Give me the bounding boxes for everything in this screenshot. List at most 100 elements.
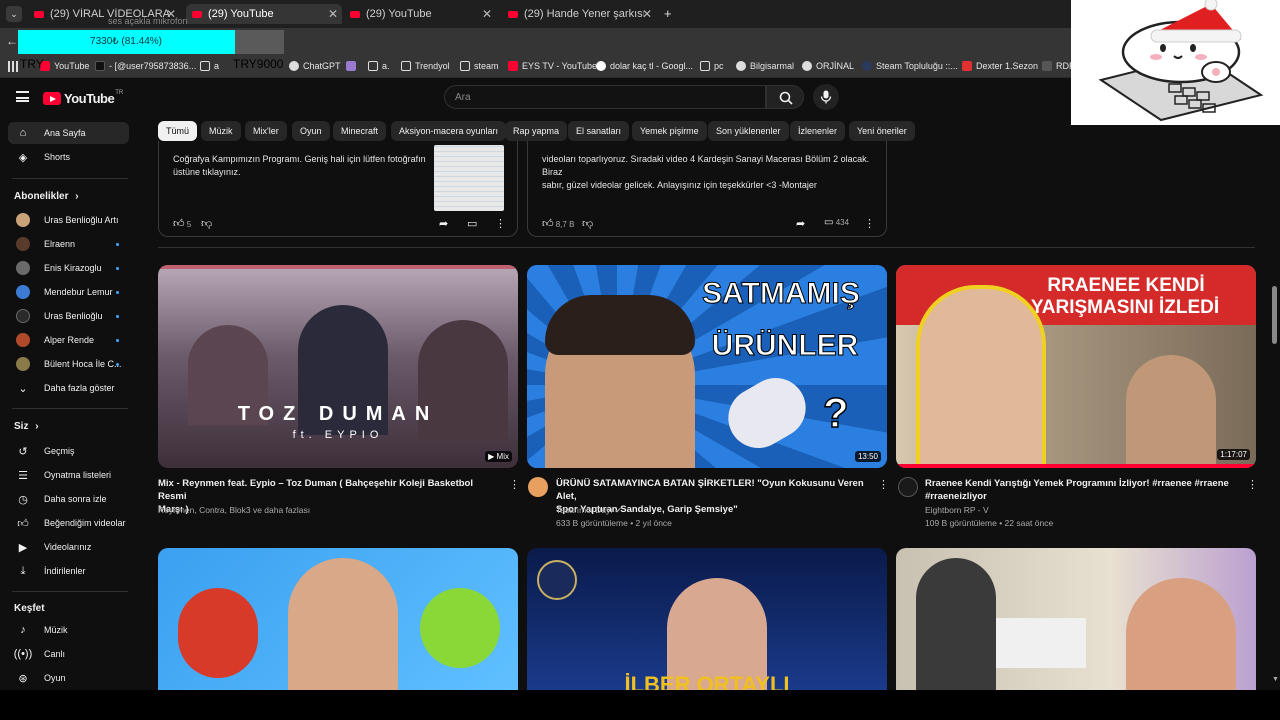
bookmark-item[interactable]: Steam Topluluğu ::...: [862, 61, 958, 71]
browser-tab[interactable]: (29) YouTube ✕: [344, 4, 496, 24]
like-button[interactable]: 👍︎ 5: [173, 217, 191, 230]
bookmark-item[interactable]: ChatGPT: [289, 61, 341, 71]
video-title[interactable]: Rraenee Kendi Yarıştığı Yemek Programını…: [925, 477, 1240, 503]
chip[interactable]: Müzik: [201, 121, 241, 141]
sidebar-item-live[interactable]: ((•)) Canlı: [8, 643, 129, 665]
voice-search-button[interactable]: [813, 84, 839, 110]
close-tab-icon[interactable]: ✕: [642, 7, 652, 21]
more-options-icon[interactable]: ⋮: [509, 478, 520, 491]
chip-all[interactable]: Tümü: [158, 121, 198, 141]
sidebar-item-home[interactable]: ⌂ Ana Sayfa: [8, 122, 129, 144]
sidebar-item-subscription[interactable]: Uras Benlioğlu: [8, 305, 129, 327]
chip[interactable]: El sanatları: [568, 121, 630, 141]
bookmark-item[interactable]: Bilgisarmal: [736, 61, 794, 71]
close-tab-icon[interactable]: ✕: [328, 7, 338, 21]
show-more-button[interactable]: ⌄ Daha fazla göster: [8, 377, 129, 399]
subscriptions-heading[interactable]: Abonelikler ›: [14, 191, 79, 202]
sidebar-item-downloads[interactable]: ⤓ İndirilenler: [8, 560, 129, 582]
browser-tab-active[interactable]: (29) YouTube ✕: [186, 4, 342, 24]
chip[interactable]: Aksiyon-macera oyunları: [391, 121, 507, 141]
bookmark-folder[interactable]: pc: [700, 61, 724, 71]
sidebar-item-subscription[interactable]: Elraenn: [8, 233, 129, 255]
tab-list-dropdown-icon[interactable]: ⌄: [6, 6, 22, 22]
page-scrollbar[interactable]: ▼: [1270, 118, 1280, 690]
sidebar-item-subscription[interactable]: Bülent Hoca İle C...: [8, 353, 129, 375]
liked-icon: 👍︎: [17, 517, 29, 530]
more-options-icon[interactable]: ⋮: [864, 217, 875, 230]
video-channel[interactable]: Eightborn RP - V: [925, 504, 989, 517]
bookmark-item[interactable]: Dexter 1.Sezon: [962, 61, 1038, 71]
bookmark-item[interactable]: ORJİNAL: [802, 61, 854, 71]
bookmark-folder[interactable]: a: [200, 61, 219, 71]
sidebar-item-subscription[interactable]: Uras Benlioğlu Artı: [8, 209, 129, 231]
sidebar-item-your-videos[interactable]: ▶ Videolarınız: [8, 536, 129, 558]
youtube-logo[interactable]: YouTube TR: [43, 90, 123, 106]
post-image[interactable]: [434, 145, 504, 211]
community-post[interactable]: videoları toparlıyoruz. Sıradaki video 4…: [527, 141, 887, 237]
search-button[interactable]: [766, 85, 804, 109]
channel-avatar[interactable]: [898, 477, 918, 497]
bookmark-folder[interactable]: steam: [460, 61, 499, 71]
bookmark-folder[interactable]: a.: [368, 61, 390, 71]
community-post[interactable]: Coğrafya Kampımızın Programı. Geniş hali…: [158, 141, 518, 237]
sidebar-item-watch-later[interactable]: ◷ Daha sonra izle: [8, 488, 129, 510]
bookmark-item[interactable]: - [@user795873836...: [95, 61, 196, 71]
video-channel[interactable]: Reynmen, Contra, Blok3 ve daha fazlası: [158, 504, 310, 517]
like-button[interactable]: 👍︎ 8,7 B: [542, 217, 574, 230]
comment-icon[interactable]: ▭: [467, 217, 477, 230]
browser-tab[interactable]: (29) Hande Yener şarkısı Türk s ✕: [502, 4, 656, 24]
bookmark-item[interactable]: dolar kaç tl - Googl...: [596, 61, 693, 71]
sidebar-item-subscription[interactable]: Mendebur Lemur: [8, 281, 129, 303]
channel-avatar[interactable]: [528, 477, 548, 497]
video-thumbnail[interactable]: [896, 548, 1256, 690]
close-tab-icon[interactable]: ✕: [482, 7, 492, 21]
back-icon[interactable]: ←: [6, 34, 18, 48]
bookmark-folder[interactable]: Trendyol: [401, 61, 450, 71]
new-tab-button[interactable]: +: [664, 6, 672, 21]
sidebar-item-subscription[interactable]: Alper Rende: [8, 329, 129, 351]
chevron-right-icon: ›: [75, 191, 79, 202]
sidebar-item-shorts[interactable]: ◈ Shorts: [8, 146, 129, 168]
bookmark-item[interactable]: YouTube: [40, 61, 89, 71]
sidebar-item-gaming[interactable]: ⊛ Oyun: [8, 667, 129, 689]
chip[interactable]: Mix'ler: [245, 121, 287, 141]
bookmark-item[interactable]: [346, 61, 360, 71]
scroll-down-icon[interactable]: ▼: [1272, 676, 1279, 683]
chip[interactable]: Yemek pişirme: [632, 121, 707, 141]
share-icon[interactable]: ➦: [439, 217, 448, 230]
you-heading[interactable]: Siz ›: [14, 421, 39, 432]
sidebar-item-subscription[interactable]: Enis Kirazoglu: [8, 257, 129, 279]
donation-progress-bar: 7330₺ (81.44%): [18, 30, 284, 54]
sidebar-item-history[interactable]: ↺ Geçmiş: [8, 440, 129, 462]
music-icon: ♪: [20, 624, 26, 636]
dislike-icon[interactable]: 👎︎: [201, 217, 212, 230]
taskbar: [0, 690, 1280, 720]
video-thumbnail[interactable]: RRAENEE KENDİ YARIŞMASINI İZLEDİ 1:17:07: [896, 265, 1256, 468]
dislike-icon[interactable]: 👎︎: [582, 217, 593, 230]
more-options-icon[interactable]: ⋮: [1247, 478, 1258, 491]
more-options-icon[interactable]: ⋮: [495, 217, 506, 230]
chip[interactable]: Son yüklenenler: [708, 121, 789, 141]
chip[interactable]: Rap yapma: [505, 121, 568, 141]
video-channel[interactable]: Tasarımcı Dayı ✔: [556, 504, 622, 517]
scrollbar-thumb[interactable]: [1272, 286, 1277, 344]
search-input[interactable]: Ara: [444, 85, 766, 109]
bookmark-item[interactable]: EYS TV - YouTube: [508, 61, 597, 71]
video-thumbnail[interactable]: TOZ DUMAN ft. EYPIO ▶ Mix: [158, 265, 518, 468]
webcam-overlay: [1071, 0, 1280, 125]
video-thumbnail[interactable]: [158, 548, 518, 690]
sidebar-item-music[interactable]: ♪ Müzik: [8, 619, 129, 641]
comments-button[interactable]: ▭ 434: [824, 217, 849, 228]
video-thumbnail[interactable]: SATMAMIŞ ÜRÜNLER ? 13:50: [527, 265, 887, 468]
chip[interactable]: Minecraft: [333, 121, 387, 141]
chip[interactable]: Oyun: [292, 121, 330, 141]
sidebar-item-playlists[interactable]: ☰ Oynatma listeleri: [8, 464, 129, 486]
more-options-icon[interactable]: ⋮: [878, 478, 889, 491]
apps-grid-icon[interactable]: [8, 61, 19, 72]
chip[interactable]: İzlenenler: [790, 121, 846, 141]
sidebar-item-liked[interactable]: 👍︎ Beğendiğim videolar: [8, 512, 129, 534]
video-thumbnail[interactable]: İLBER ORTAYLI: [527, 548, 887, 690]
menu-icon[interactable]: [16, 91, 29, 102]
chip[interactable]: Yeni öneriler: [849, 121, 915, 141]
share-icon[interactable]: ➦: [796, 217, 805, 230]
